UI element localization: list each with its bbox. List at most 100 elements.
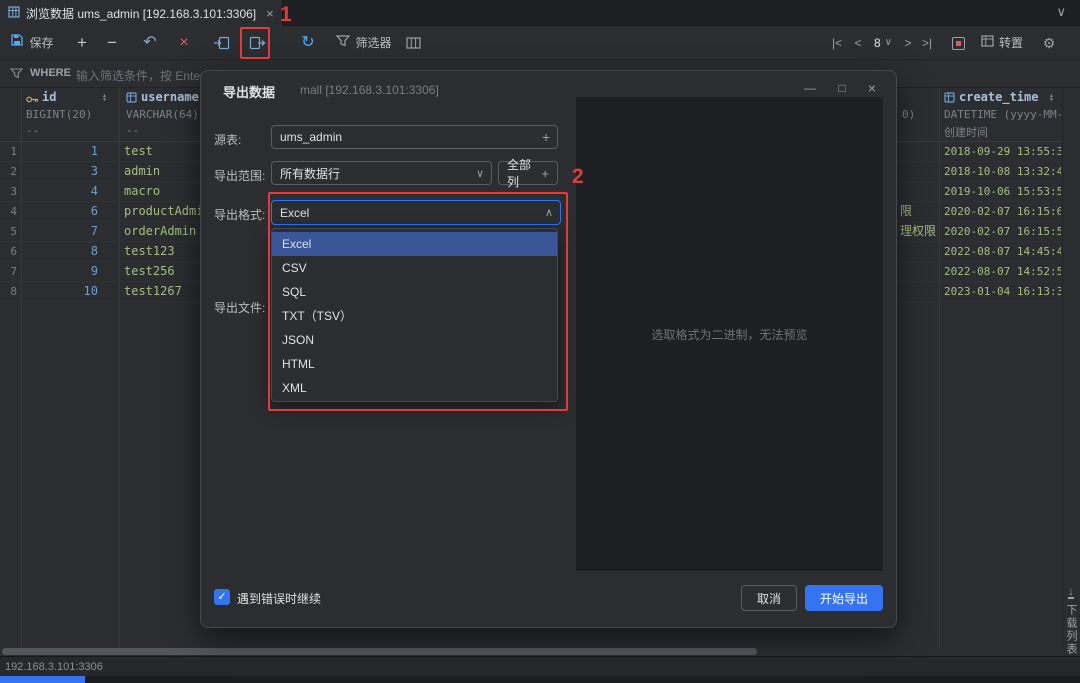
- transpose-button[interactable]: 转置: [976, 31, 1028, 55]
- cell-username[interactable]: admin: [124, 162, 160, 181]
- download-list-label: 下载列表: [1063, 604, 1079, 656]
- start-export-button[interactable]: 开始导出: [805, 585, 883, 611]
- bottom-edge-bar: [0, 676, 1080, 683]
- export-range-label: 导出范围:: [214, 167, 265, 184]
- sort-icon[interactable]: ▲▼: [102, 94, 107, 102]
- row-number: 6: [0, 242, 17, 261]
- continue-on-error-checkbox[interactable]: ✓: [214, 589, 230, 605]
- cell-username[interactable]: productAdmin: [124, 202, 211, 221]
- stop-button[interactable]: [946, 31, 970, 55]
- all-columns-label: 全部列: [507, 156, 541, 190]
- cell-username[interactable]: test: [124, 142, 153, 161]
- column-header-create-time[interactable]: create_time: [959, 90, 1038, 104]
- add-table-icon[interactable]: +: [542, 129, 550, 145]
- download-icon: ↓: [1068, 586, 1074, 599]
- source-table-label: 源表:: [214, 131, 241, 148]
- horizontal-scrollbar[interactable]: [2, 648, 757, 655]
- cell-username[interactable]: macro: [124, 182, 160, 201]
- export-preview-pane: 选取格式为二进制，无法预览: [576, 97, 883, 571]
- cell-create-time[interactable]: 2019-10-06 15:53:5: [944, 182, 1061, 201]
- page-size-chevron-icon: ∨: [885, 31, 892, 55]
- cell-username[interactable]: test123: [124, 242, 175, 261]
- tab-list-chevron-icon[interactable]: ∨: [1056, 4, 1066, 20]
- where-input-placeholder: 输入筛选条件，按 Enter 执: [76, 67, 219, 84]
- tab-browse-data[interactable]: 浏览数据 ums_admin [192.168.3.101:3306] ×: [0, 0, 283, 26]
- row-number: 5: [0, 222, 17, 241]
- download-list-button[interactable]: ↓ 下载列表: [1063, 586, 1079, 656]
- first-page-button[interactable]: |<: [826, 31, 848, 55]
- cell-id[interactable]: 3: [22, 162, 98, 181]
- column-type-create-time: DATETIME (yyyy-MM-d: [944, 108, 1061, 121]
- cell-create-time[interactable]: 2018-09-29 13:55:3: [944, 142, 1061, 161]
- cell-id[interactable]: 8: [22, 242, 98, 261]
- sort-icon[interactable]: ▲▼: [188, 94, 193, 102]
- where-keyword: WHERE: [30, 67, 71, 79]
- add-column-icon: +: [541, 166, 549, 181]
- page-size-dropdown[interactable]: 8 ∨: [866, 31, 900, 55]
- refresh-icon[interactable]: ↻: [296, 31, 320, 55]
- annotation-number-2: 2: [572, 165, 584, 189]
- row-number: 7: [0, 262, 17, 281]
- export-range-dropdown[interactable]: 所有数据行 ∨: [271, 161, 492, 185]
- export-range-value: 所有数据行: [280, 165, 340, 182]
- cell-create-time[interactable]: 2020-02-07 16:15:6: [944, 202, 1061, 221]
- import-data-icon[interactable]: [208, 31, 234, 55]
- dialog-subtitle: mall [192.168.3.101:3306]: [300, 83, 439, 97]
- undo-icon[interactable]: ↶: [138, 31, 162, 55]
- cell-create-time[interactable]: 2022-08-07 14:52:5: [944, 262, 1061, 281]
- save-button[interactable]: 保存: [8, 31, 56, 55]
- filter-button[interactable]: 筛选器: [330, 31, 398, 55]
- tab-title: 浏览数据 ums_admin [192.168.3.101:3306]: [26, 5, 256, 22]
- cell-username[interactable]: orderAdmin: [124, 222, 196, 241]
- delete-row-button[interactable]: −: [100, 31, 124, 55]
- transpose-icon: [981, 31, 994, 55]
- cell-create-time[interactable]: 2022-08-07 14:45:4: [944, 242, 1061, 261]
- cell-create-time[interactable]: 2023-01-04 16:13:3: [944, 282, 1061, 301]
- annotation-box-1: [240, 27, 270, 59]
- last-page-button[interactable]: >|: [916, 31, 938, 55]
- minimize-icon[interactable]: —: [799, 79, 821, 97]
- next-page-button[interactable]: >: [900, 31, 916, 55]
- cell-id[interactable]: 4: [22, 182, 98, 201]
- column-comment-create-time: 创建时间: [944, 124, 988, 140]
- tab-close-icon[interactable]: ×: [266, 6, 274, 21]
- cell-id[interactable]: 1: [22, 142, 98, 161]
- cell-partial: 限: [900, 202, 938, 221]
- cell-create-time[interactable]: 2018-10-08 13:32:4: [944, 162, 1061, 181]
- column-header-id[interactable]: id: [42, 90, 56, 104]
- status-progress-bar: [0, 676, 85, 683]
- save-icon: [10, 31, 24, 55]
- export-file-label: 导出文件:: [214, 299, 265, 316]
- annotation-number-1: 1: [280, 3, 292, 27]
- column-icon: [126, 92, 137, 106]
- row-number: 4: [0, 202, 17, 221]
- cell-username[interactable]: test256: [124, 262, 175, 281]
- page-size-value: 8: [874, 31, 881, 55]
- cell-id[interactable]: 10: [22, 282, 98, 301]
- stop-icon: [952, 37, 965, 50]
- source-table-field[interactable]: ums_admin +: [271, 125, 558, 149]
- close-icon[interactable]: ×: [861, 79, 883, 97]
- continue-on-error-label: 遇到错误时继续: [237, 590, 321, 607]
- settings-gear-icon[interactable]: ⚙: [1036, 31, 1062, 55]
- cell-id[interactable]: 7: [22, 222, 98, 241]
- prev-page-button[interactable]: <: [850, 31, 866, 55]
- tab-bar: 浏览数据 ums_admin [192.168.3.101:3306] × ∨: [0, 0, 1080, 26]
- cell-username[interactable]: test1267: [124, 282, 182, 301]
- all-columns-button[interactable]: 全部列 +: [498, 161, 558, 185]
- right-tool-stripe: [1062, 88, 1080, 648]
- add-row-button[interactable]: +: [70, 31, 94, 55]
- cell-id[interactable]: 9: [22, 262, 98, 281]
- export-format-label: 导出格式:: [214, 206, 265, 223]
- cell-create-time[interactable]: 2020-02-07 16:15:5: [944, 222, 1061, 241]
- table-icon: [8, 6, 20, 21]
- status-bar: 192.168.3.101:3306: [0, 656, 1080, 676]
- row-number: 8: [0, 282, 17, 301]
- column-icon: [944, 92, 955, 106]
- sort-icon[interactable]: ▲▼: [1049, 94, 1054, 102]
- columns-icon[interactable]: [400, 31, 426, 55]
- revert-changes-icon[interactable]: ×: [172, 31, 196, 55]
- cancel-button[interactable]: 取消: [741, 585, 797, 611]
- maximize-icon[interactable]: □: [831, 79, 853, 97]
- cell-id[interactable]: 6: [22, 202, 98, 221]
